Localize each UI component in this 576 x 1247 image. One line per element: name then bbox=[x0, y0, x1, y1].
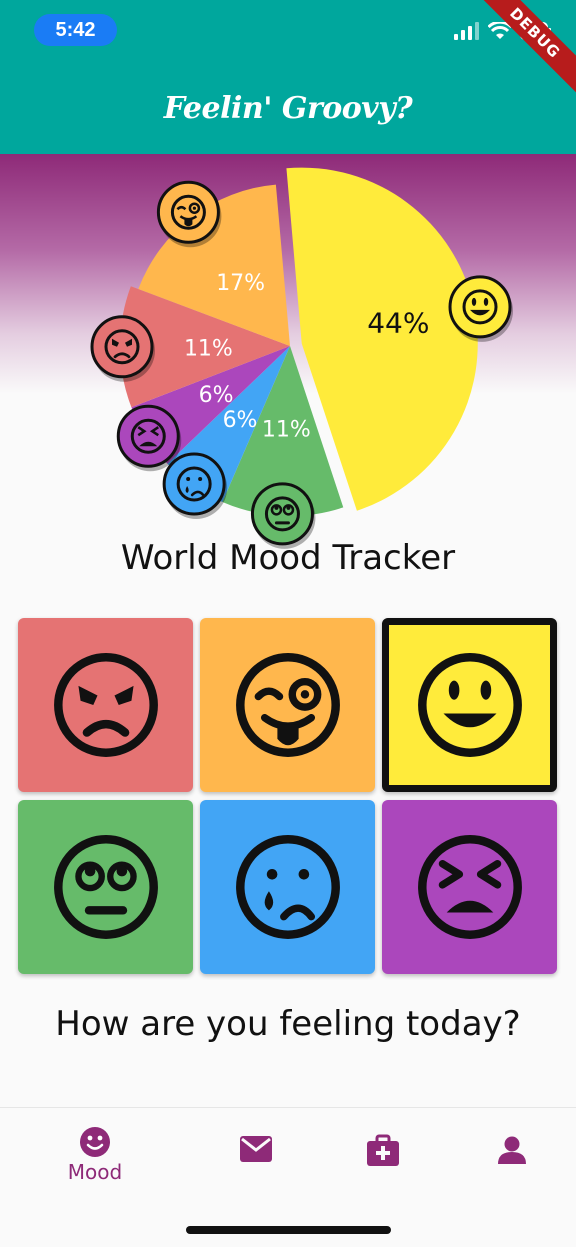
mood-tile-tired[interactable] bbox=[382, 800, 557, 974]
status-bar: 5:42 bbox=[0, 0, 576, 62]
pie-label-tired: 6% bbox=[199, 383, 234, 408]
home-indicator bbox=[186, 1226, 391, 1234]
pie-label-happy: 44% bbox=[367, 307, 429, 340]
crying-face-icon bbox=[235, 835, 340, 939]
mail-icon bbox=[240, 1136, 272, 1162]
mood-grid bbox=[18, 618, 558, 974]
status-time: 5:42 bbox=[34, 14, 117, 46]
smiling-face-icon bbox=[417, 653, 522, 757]
pie-label-silly: 17% bbox=[216, 271, 265, 296]
mood-tile-angry[interactable] bbox=[18, 618, 193, 792]
tracker-title: World Mood Tracker bbox=[120, 538, 456, 578]
app-title: Feelin' Groovy? bbox=[163, 90, 413, 126]
smile-icon bbox=[80, 1127, 110, 1157]
angry-face-icon bbox=[53, 653, 158, 757]
pie-label-sad: 6% bbox=[223, 408, 258, 433]
pie-badge-sad-icon bbox=[162, 452, 228, 519]
mood-tile-happy[interactable] bbox=[382, 618, 557, 792]
app-bar: Feelin' Groovy? bbox=[0, 62, 576, 154]
winking-tongue-face-icon bbox=[235, 653, 340, 757]
nav-label-mood: Mood bbox=[67, 1160, 123, 1184]
pie-label-eyeroll: 11% bbox=[262, 418, 311, 443]
mood-tile-silly[interactable] bbox=[200, 618, 375, 792]
tired-face-icon bbox=[417, 835, 522, 939]
rolling-eyes-face-icon bbox=[53, 835, 158, 939]
nav-item-health[interactable] bbox=[323, 1134, 443, 1166]
mood-tile-sad[interactable] bbox=[200, 800, 375, 974]
pie-badge-happy-icon bbox=[448, 275, 514, 342]
person-icon bbox=[498, 1136, 526, 1164]
pie-label-angry: 11% bbox=[184, 336, 233, 361]
pie-badge-tired-icon bbox=[116, 404, 182, 472]
signal-icon bbox=[454, 22, 479, 40]
nav-item-profile[interactable] bbox=[452, 1136, 572, 1164]
nav-item-mood[interactable]: Mood bbox=[35, 1126, 155, 1184]
mood-tile-eyeroll[interactable] bbox=[18, 800, 193, 974]
pie-badge-silly-icon bbox=[156, 180, 222, 248]
pie-badge-angry-icon bbox=[90, 315, 156, 382]
mood-question: How are you feeling today? bbox=[55, 1004, 521, 1044]
medical-kit-icon bbox=[367, 1134, 399, 1166]
nav-item-messages[interactable] bbox=[196, 1136, 316, 1162]
mood-pie-chart: 44%11%6%6%11%17% bbox=[90, 167, 514, 549]
